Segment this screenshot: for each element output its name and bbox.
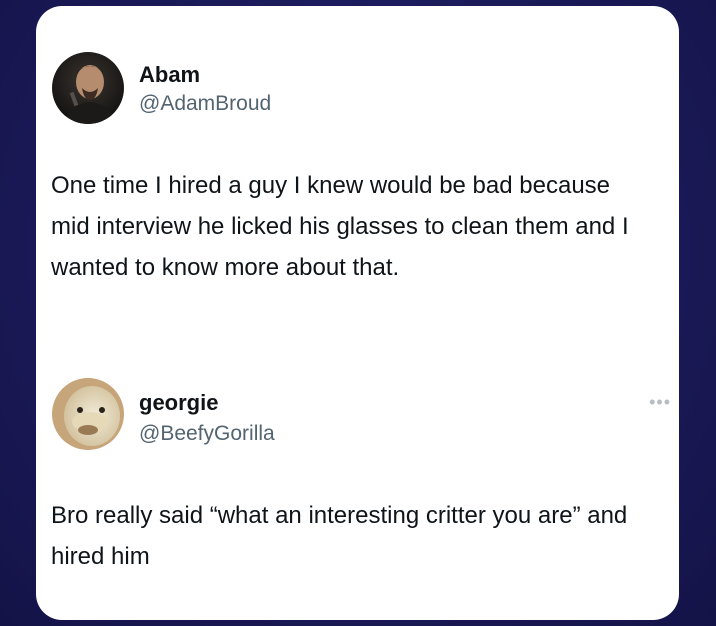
avatar-photo-icon: [52, 52, 124, 124]
post-card: Abam @AdamBroud One time I hired a guy I…: [36, 6, 679, 620]
author-name[interactable]: georgie: [139, 390, 218, 416]
post-text: Bro really said “what an interesting cri…: [51, 502, 628, 570]
author-name[interactable]: Abam: [139, 62, 200, 88]
avatar[interactable]: [52, 52, 124, 124]
avatar[interactable]: [52, 378, 124, 450]
more-options-icon[interactable]: •••: [649, 392, 671, 413]
author-handle[interactable]: @BeefyGorilla: [139, 422, 275, 446]
avatar-photo-icon: [52, 378, 124, 450]
author-handle[interactable]: @AdamBroud: [139, 92, 271, 116]
post-text: One time I hired a guy I knew would be b…: [51, 172, 629, 281]
